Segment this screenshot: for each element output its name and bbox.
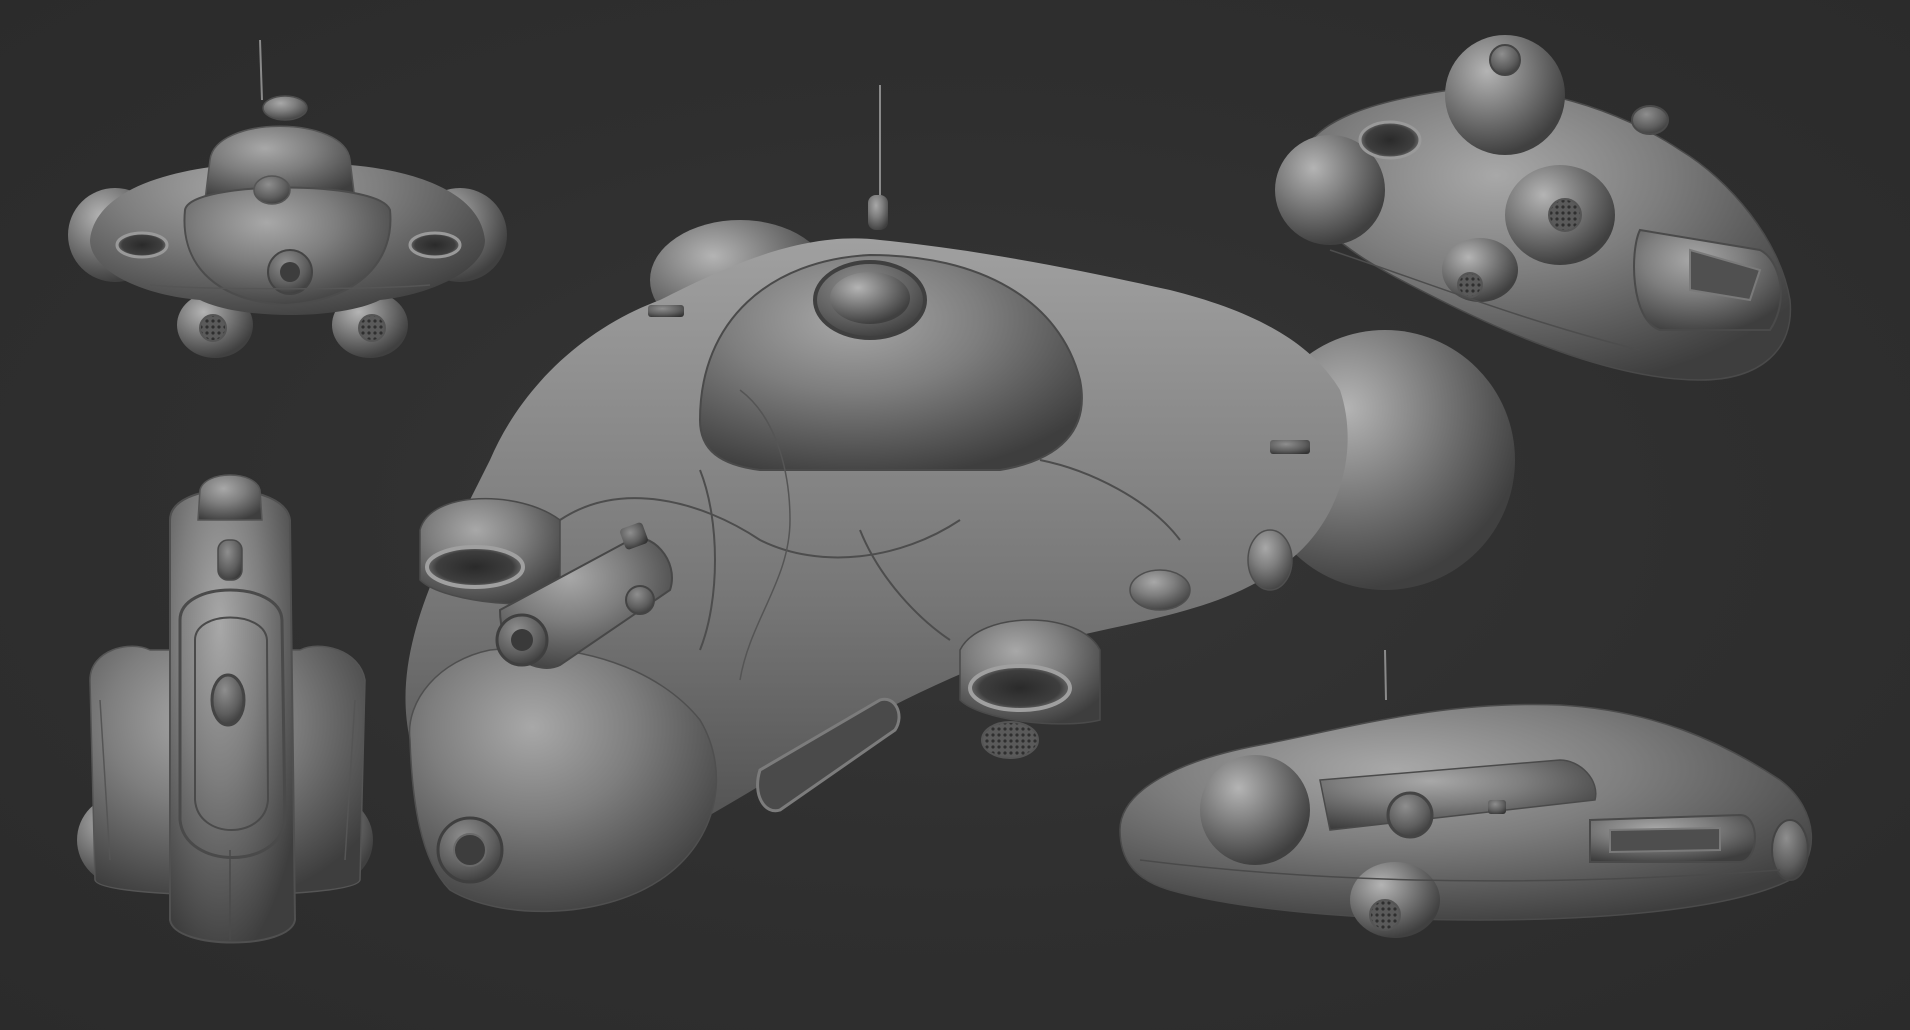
sculpt-render-canvas (0, 0, 1910, 1030)
top-view (77, 474, 373, 944)
front-view (68, 39, 507, 358)
spaceship-sculpt-sheet (68, 35, 1812, 944)
rear-three-quarter-view (1275, 35, 1792, 381)
side-view (1119, 649, 1812, 938)
